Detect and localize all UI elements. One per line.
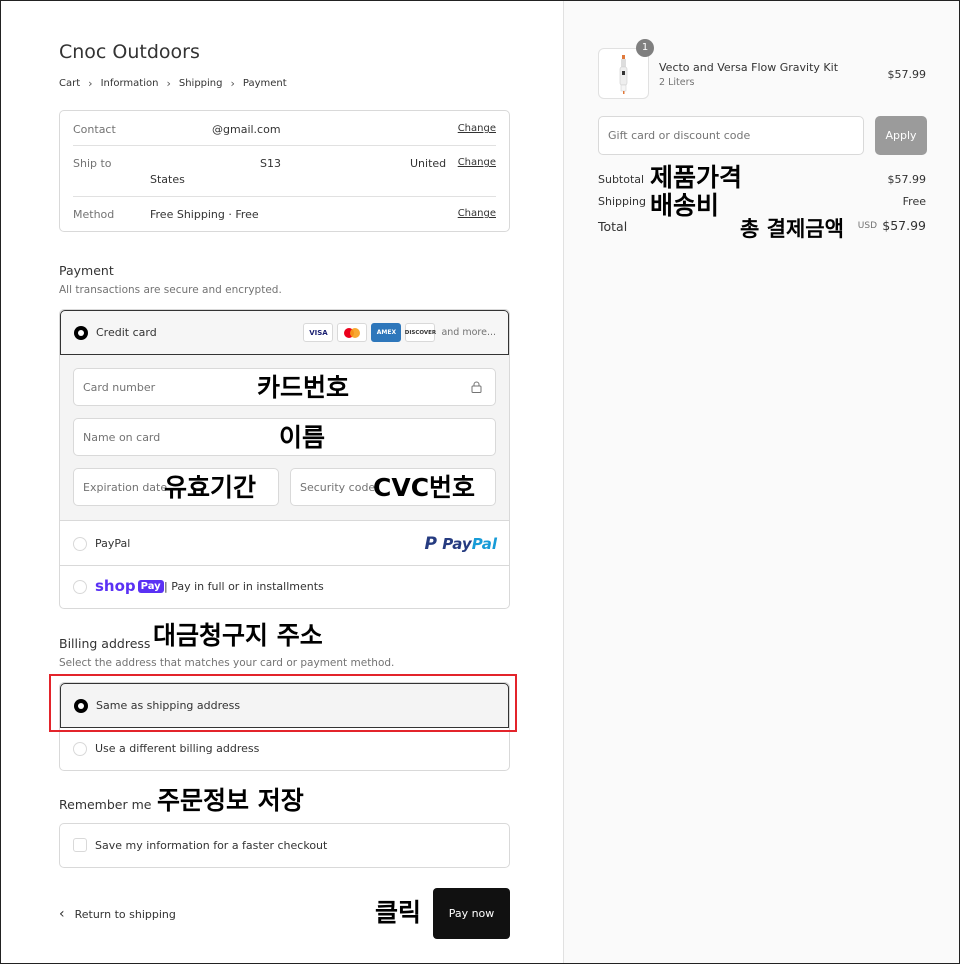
shop-pay-radio[interactable] <box>73 580 87 594</box>
annotation-billing: 대금청구지 주소 <box>153 621 323 650</box>
checkout-main: Cnoc Outdoors Cart › Information › Shipp… <box>1 1 563 963</box>
highlight-frame <box>49 674 517 732</box>
paypal-logo-icon: P <box>424 534 437 554</box>
chevron-right-icon: › <box>230 77 235 90</box>
divider <box>73 145 496 146</box>
shipto-value-country: United <box>410 157 447 170</box>
quantity-badge: 1 <box>636 39 654 57</box>
product-variant: 2 Liters <box>659 77 695 88</box>
subtotal-label: Subtotal <box>598 173 645 186</box>
card-number-placeholder: Card number <box>83 381 156 394</box>
breadcrumb-information[interactable]: Information <box>101 78 159 89</box>
product-price: $57.99 <box>887 68 927 81</box>
subtotal-row: Subtotal $57.99 <box>598 173 926 186</box>
breadcrumb-payment: Payment <box>242 78 287 89</box>
visa-icon: VISA <box>303 323 334 342</box>
contact-label: Contact <box>73 123 116 136</box>
discover-icon: DISCOVER <box>405 323 436 342</box>
security-code-placeholder: Security code <box>300 481 376 494</box>
method-label: Method <box>73 208 115 221</box>
shop-pay-wordmark: shop <box>95 577 136 595</box>
card-brands: VISA AMEX DISCOVER and more... <box>303 323 496 342</box>
shipping-value: Free <box>902 195 926 208</box>
total-value: $57.99 <box>882 218 926 233</box>
different-address-option[interactable]: Use a different billing address <box>60 728 509 770</box>
shipping-row: Shipping Free <box>598 195 926 208</box>
paypal-label: PayPal <box>95 537 131 550</box>
divider <box>73 196 496 197</box>
shipto-label: Ship to <box>73 157 112 170</box>
product-name: Vecto and Versa Flow Gravity Kit <box>659 61 839 74</box>
paypal-logo-pay: Pay <box>442 535 472 553</box>
annotation-product-price: 제품가격 <box>650 163 743 192</box>
shop-pay-option[interactable]: shop Pay | Pay in full or in installments <box>60 566 509 608</box>
subtotal-value: $57.99 <box>887 173 927 186</box>
change-shipto-link[interactable]: Change <box>458 157 496 168</box>
shipping-label: Shipping <box>598 195 646 208</box>
annotation-click: 클릭 <box>375 898 422 927</box>
return-to-shipping-link[interactable]: ‹ Return to shipping <box>59 906 176 922</box>
lock-icon <box>471 381 482 393</box>
payment-title: Payment <box>59 263 114 278</box>
billing-subtitle: Select the address that matches your car… <box>59 657 395 669</box>
credit-card-form: Card number 카드번호 Name on card 이름 Expirat… <box>60 355 509 521</box>
mastercard-icon <box>337 323 368 342</box>
chevron-left-icon: ‹ <box>59 906 65 922</box>
more-cards-label: and more... <box>441 327 496 338</box>
paypal-radio[interactable] <box>73 537 87 551</box>
credit-card-label: Credit card <box>96 326 157 339</box>
annotation-cvc: CVC번호 <box>373 473 476 502</box>
review-box: Contact @gmail.com Change Ship to S13 Un… <box>59 110 510 232</box>
breadcrumb-shipping[interactable]: Shipping <box>179 78 223 89</box>
paypal-logo-pal: Pal <box>471 535 497 553</box>
pay-now-button[interactable]: Pay now <box>433 888 510 939</box>
annotation-card-number: 카드번호 <box>257 373 350 402</box>
annotation-shipping-fee: 배송비 <box>650 191 720 220</box>
annotation-total: 총 결제금액 <box>740 217 844 241</box>
name-on-card-placeholder: Name on card <box>83 431 161 444</box>
amex-icon: AMEX <box>371 323 402 342</box>
order-summary: 1 Vecto and Versa Flow Gravity Kit 2 Lit… <box>563 1 959 963</box>
breadcrumb: Cart › Information › Shipping › Payment <box>59 77 287 90</box>
discount-code-input[interactable] <box>598 116 864 155</box>
expiration-placeholder: Expiration date <box>83 481 168 494</box>
billing-title: Billing address <box>59 636 151 651</box>
method-value: Free Shipping · Free <box>150 208 259 221</box>
credit-card-option[interactable]: Credit card VISA AMEX DISCOVER and more.… <box>60 310 509 355</box>
change-contact-link[interactable]: Change <box>458 123 496 134</box>
payment-methods: Credit card VISA AMEX DISCOVER and more.… <box>59 309 510 609</box>
annotation-remember: 주문정보 저장 <box>157 786 304 815</box>
paypal-logo: P PayPal <box>425 534 498 554</box>
change-method-link[interactable]: Change <box>458 208 496 219</box>
remember-title: Remember me <box>59 797 152 812</box>
credit-card-radio[interactable] <box>74 326 88 340</box>
currency-label: USD <box>857 221 877 231</box>
different-address-label: Use a different billing address <box>95 742 260 755</box>
chevron-right-icon: › <box>166 77 171 90</box>
breadcrumb-cart[interactable]: Cart <box>59 78 80 89</box>
shipto-value-line1: S13 <box>260 157 281 170</box>
paypal-option[interactable]: PayPal P PayPal <box>60 522 509 565</box>
total-label: Total <box>598 219 628 234</box>
annotation-expiration: 유효기간 <box>164 473 257 502</box>
store-name[interactable]: Cnoc Outdoors <box>59 41 200 63</box>
chevron-right-icon: › <box>88 77 93 90</box>
save-info-label: Save my information for a faster checkou… <box>95 839 328 852</box>
return-label: Return to shipping <box>74 907 176 921</box>
apply-button[interactable]: Apply <box>875 116 927 155</box>
shipto-value-line2: States <box>150 173 185 186</box>
shop-pay-logo: shop Pay <box>95 577 164 595</box>
payment-subtitle: All transactions are secure and encrypte… <box>59 284 282 296</box>
remember-me-option[interactable]: Save my information for a faster checkou… <box>59 823 510 868</box>
shop-pay-text: | Pay in full or in installments <box>164 580 324 593</box>
annotation-name: 이름 <box>279 423 326 452</box>
save-info-checkbox[interactable] <box>73 838 87 852</box>
shop-pay-badge: Pay <box>137 580 164 593</box>
different-address-radio[interactable] <box>73 742 87 756</box>
contact-value: @gmail.com <box>212 123 281 136</box>
